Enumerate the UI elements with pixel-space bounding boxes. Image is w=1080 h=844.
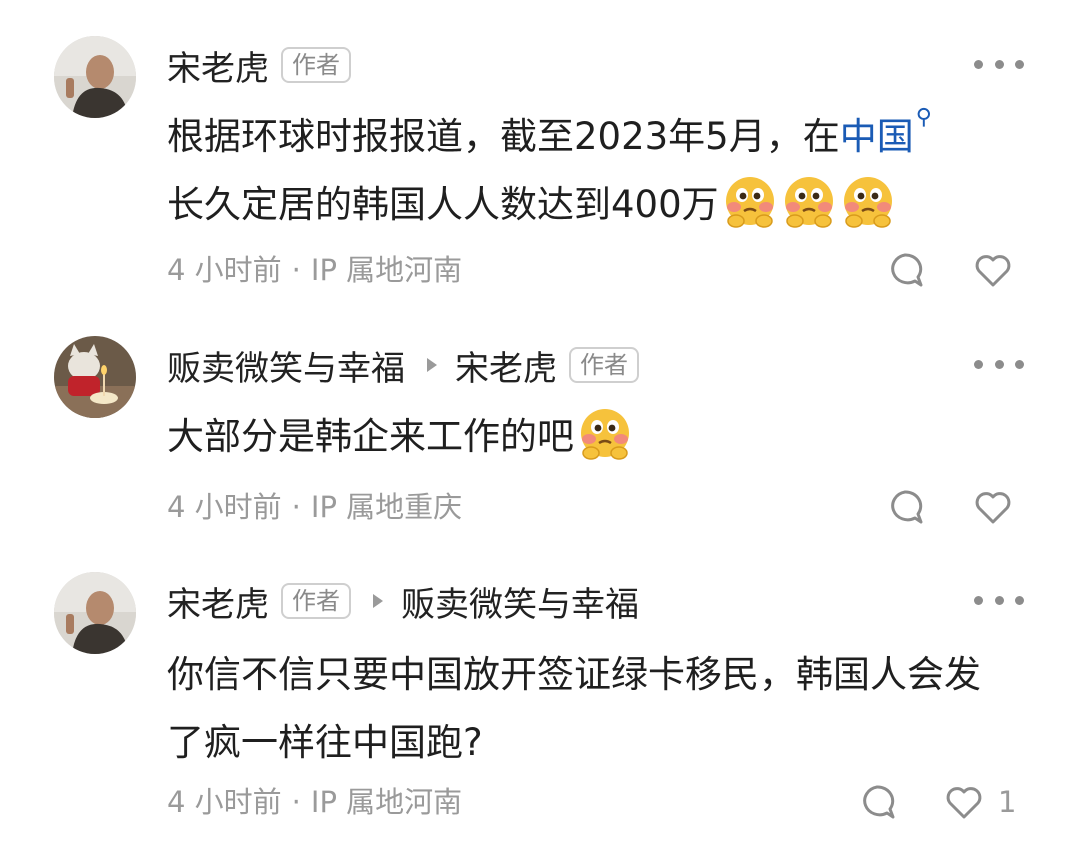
meta-separator: · bbox=[291, 490, 301, 524]
avatar[interactable] bbox=[54, 572, 136, 654]
comment-bubble-icon[interactable] bbox=[885, 487, 925, 527]
blushing-pleading-emoji bbox=[781, 173, 837, 229]
comment-time: 4 小时前 bbox=[167, 253, 282, 287]
comment-meta: 4 小时前 · IP 属地河南 bbox=[167, 250, 462, 290]
author-badge: 作者 bbox=[281, 583, 351, 619]
reply-arrow-icon bbox=[427, 358, 437, 372]
author-name[interactable]: 宋老虎 bbox=[167, 41, 269, 90]
author-name[interactable]: 宋老虎 bbox=[167, 577, 269, 626]
avatar[interactable] bbox=[54, 336, 136, 418]
author-name[interactable]: 贩卖微笑与幸福 bbox=[167, 341, 405, 390]
reply-to-name[interactable]: 宋老虎 bbox=[455, 341, 557, 390]
more-options-icon[interactable] bbox=[974, 54, 1024, 74]
comment-bubble-icon[interactable] bbox=[857, 782, 897, 822]
meta-separator: · bbox=[291, 253, 301, 287]
comment-text: 根据环球时报报道，截至2023年5月，在中国⚲ 长久定居的韩国人人数达到400万 bbox=[167, 103, 1027, 239]
keyword-link[interactable]: 中国 bbox=[840, 115, 914, 158]
reply-to-name[interactable]: 贩卖微笑与幸福 bbox=[401, 577, 639, 626]
avatar[interactable] bbox=[54, 36, 136, 118]
comment-time: 4 小时前 bbox=[167, 785, 282, 819]
blushing-pleading-emoji bbox=[577, 405, 633, 461]
meta-separator: · bbox=[291, 785, 301, 819]
comment-text: 大部分是韩企来工作的吧 bbox=[167, 403, 1027, 471]
search-icon[interactable]: ⚲ bbox=[916, 103, 932, 133]
ip-location: IP 属地河南 bbox=[310, 785, 463, 819]
comment-bubble-icon[interactable] bbox=[885, 250, 925, 290]
comment-meta: 4 小时前 · IP 属地河南 bbox=[167, 782, 462, 822]
author-badge: 作者 bbox=[281, 47, 351, 83]
blushing-pleading-emoji bbox=[722, 173, 778, 229]
comment-text: 你信不信只要中国放开签证绿卡移民，韩国人会发了疯一样往中国跑? bbox=[167, 653, 981, 764]
heart-icon[interactable] bbox=[973, 250, 1013, 290]
like-count: 1 bbox=[998, 785, 1017, 819]
comment-meta: 4 小时前 · IP 属地重庆 bbox=[167, 487, 462, 527]
reply-arrow-icon bbox=[373, 594, 383, 608]
more-options-icon[interactable] bbox=[974, 354, 1024, 374]
ip-location: IP 属地重庆 bbox=[310, 490, 463, 524]
blushing-pleading-emoji bbox=[840, 173, 896, 229]
more-options-icon[interactable] bbox=[974, 590, 1024, 610]
author-badge: 作者 bbox=[569, 347, 639, 383]
ip-location: IP 属地河南 bbox=[310, 253, 463, 287]
heart-icon[interactable] bbox=[973, 487, 1013, 527]
comment-list: 宋老虎 作者 根据环球时报报道，截至2023年5月，在中国⚲ 长久定居的韩国人人… bbox=[0, 0, 1080, 844]
comment-time: 4 小时前 bbox=[167, 490, 282, 524]
heart-icon[interactable] bbox=[944, 782, 984, 822]
